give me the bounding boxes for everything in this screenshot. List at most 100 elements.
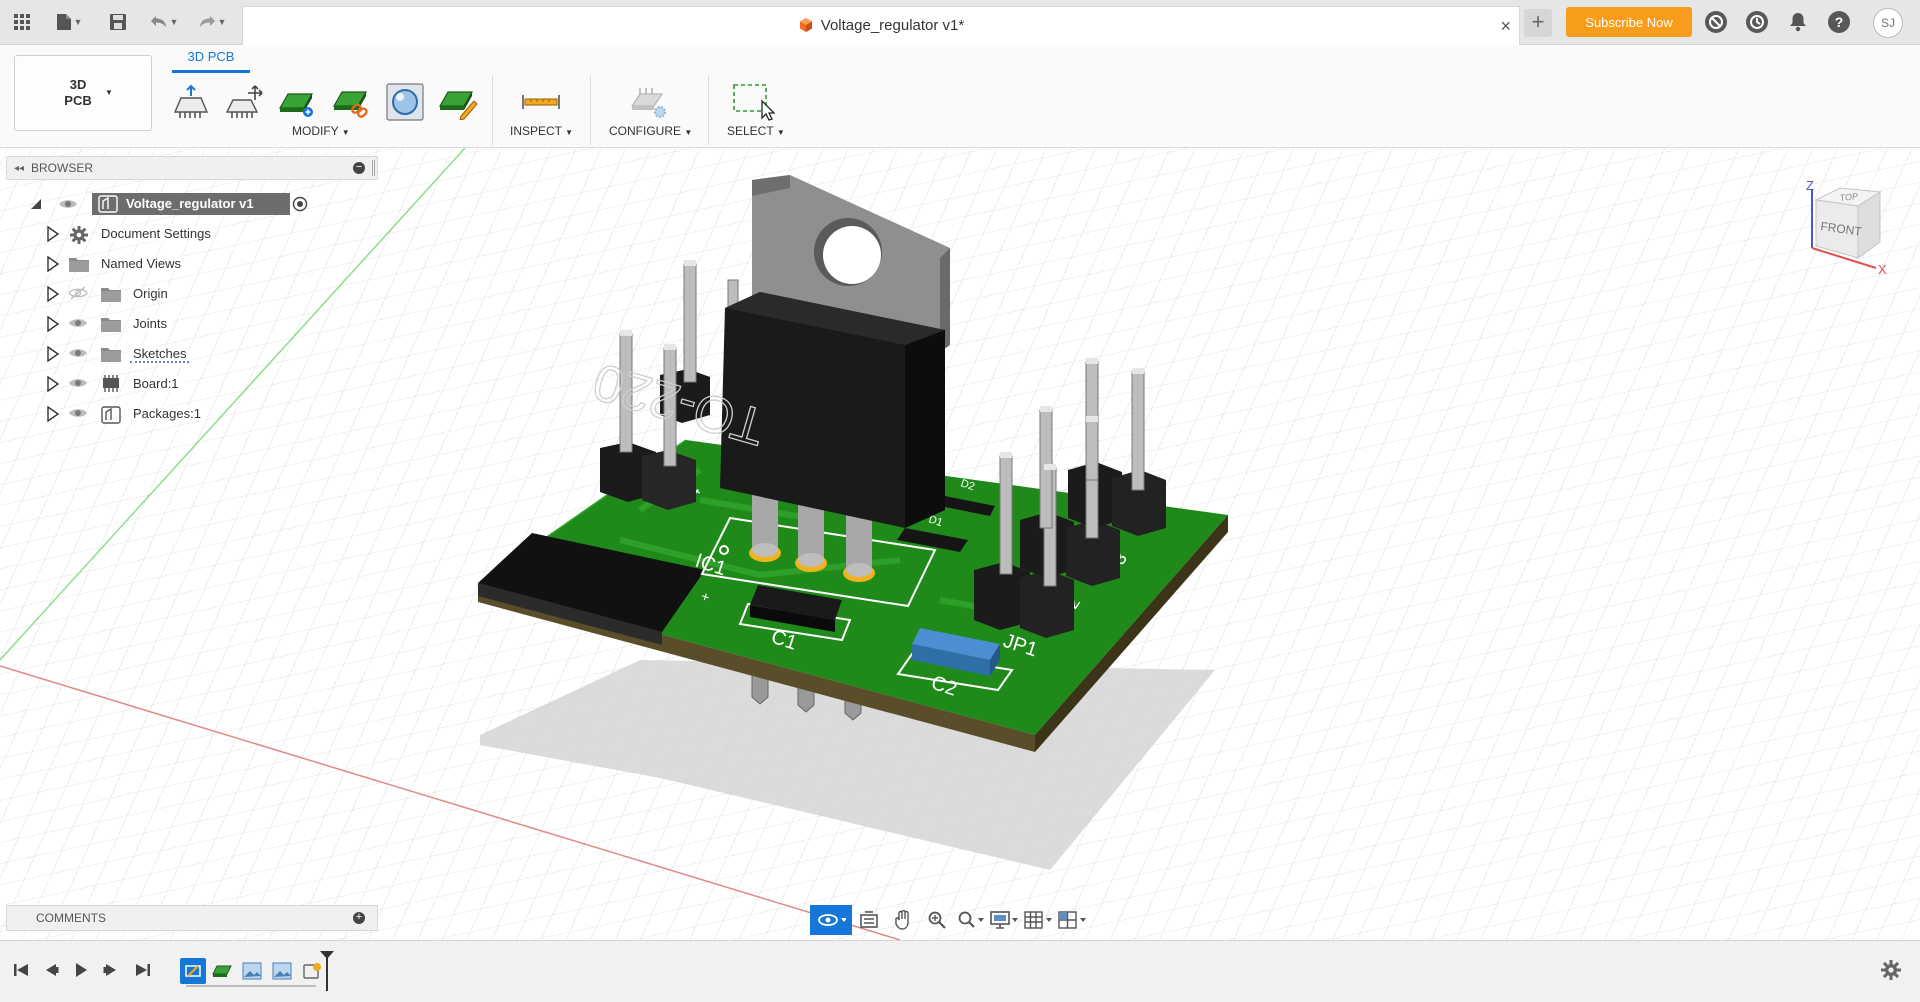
eye-icon[interactable] [68,346,88,363]
expand-triangle-icon[interactable] [46,375,60,395]
app-grid-icon[interactable] [8,8,36,36]
undo-icon[interactable]: ▼ [146,8,182,36]
timeline-settings-gear-icon[interactable] [1880,959,1902,986]
comments-panel[interactable]: COMMENTS + [6,905,378,931]
collapse-panel-icon[interactable]: ◂◂ [7,163,31,174]
timeline-decal-feature-icon[interactable] [240,960,264,982]
browser-header[interactable]: ◂◂ BROWSER − [6,156,378,180]
eye-icon[interactable] [68,406,88,423]
root-component-label: Voltage_regulator v1 [126,196,254,211]
minimize-icon[interactable]: − [353,162,365,174]
select-group-menu[interactable]: SELECT ▼ [727,124,785,138]
eye-icon[interactable] [68,376,88,393]
folder-icon [100,285,122,306]
timeline-sketch-feature-icon[interactable] [180,958,206,984]
configure-group-label: CONFIGURE [609,124,681,138]
modify-group-menu[interactable]: MODIFY ▼ [292,124,350,138]
component-icon [100,405,122,428]
help-icon[interactable]: ? [1828,11,1850,33]
fit-zoom-icon[interactable] [954,905,988,935]
link-board-icon[interactable] [328,79,374,125]
notifications-bell-icon[interactable] [1787,8,1809,36]
folder-icon [68,255,90,276]
activate-component-icon[interactable] [292,196,308,212]
component-icon [98,195,118,213]
subscribe-button[interactable]: Subscribe Now [1566,7,1692,37]
push-pull-pcb-icon[interactable] [168,79,214,125]
eye-icon[interactable] [58,197,78,211]
save-icon[interactable] [104,8,132,36]
user-avatar[interactable]: SJ [1873,8,1903,38]
step-back-icon[interactable] [40,958,62,982]
timeline-decal2-feature-icon[interactable] [270,960,294,982]
browser-item-label: Named Views [98,256,184,271]
expanded-triangle-icon[interactable] [30,198,42,210]
expand-triangle-icon[interactable] [46,315,60,335]
expand-triangle-icon[interactable] [46,225,60,245]
move-package-icon[interactable] [220,79,266,125]
ribbon-separator [590,75,591,145]
expand-triangle-icon[interactable] [46,345,60,365]
display-settings-icon[interactable] [988,905,1022,935]
browser-item-board-1[interactable]: Board:1 [46,372,346,396]
browser-item-joints[interactable]: Joints [46,312,346,336]
appearance-icon[interactable] [382,79,428,125]
pan-hand-icon[interactable] [886,905,920,935]
browser-panel: ◂◂ BROWSER − Voltage_regulator v1 Docume… [6,156,378,436]
panel-grip-icon[interactable] [372,160,375,176]
browser-item-label: Sketches [130,346,190,363]
close-tab-icon[interactable]: × [1500,16,1511,37]
browser-item-label: Board:1 [130,376,182,391]
view-cube[interactable]: Z X TOP FRONT [1800,170,1900,280]
new-tab-button[interactable]: + [1524,9,1552,37]
browser-item-named-views[interactable]: Named Views [46,252,346,276]
orbit-button[interactable] [810,905,852,935]
expand-triangle-icon[interactable] [46,255,60,275]
add-comment-icon[interactable]: + [353,912,365,924]
edit-board-icon[interactable] [434,79,480,125]
z-axis-label: Z [1806,178,1814,193]
browser-item-label: Document Settings [98,226,214,241]
board-from-sketch-icon[interactable] [274,79,320,125]
toolbar-ribbon: 3D PCB ▼ 3D PCB MODIFY ▼ INSPECT ▼ CONFI… [0,45,1920,148]
chevron-down-icon: ▼ [105,88,113,97]
timeline-marker-handle-icon[interactable] [320,951,334,959]
look-at-icon[interactable] [852,905,886,935]
caret-down-icon: ▼ [341,128,350,137]
eye-icon[interactable] [68,316,88,333]
select-window-icon[interactable] [730,79,776,125]
browser-item-document-settings[interactable]: Document Settings [46,222,346,246]
browser-item-origin[interactable]: Origin [46,282,346,306]
browser-item-packages-1[interactable]: Packages:1 [46,402,346,426]
cube-top-label: TOP [1839,191,1858,203]
browser-root-row[interactable]: Voltage_regulator v1 [30,192,320,216]
go-to-start-icon[interactable] [10,958,32,982]
tab-3d-pcb[interactable]: 3D PCB [172,47,250,73]
eye-hidden-icon[interactable] [68,286,88,303]
viewports-icon[interactable] [1056,905,1090,935]
expand-triangle-icon[interactable] [46,405,60,425]
extensions-icon[interactable] [1705,11,1727,33]
expand-triangle-icon[interactable] [46,285,60,305]
folder-icon [100,315,122,336]
go-to-end-icon[interactable] [132,958,154,982]
document-tab[interactable]: Voltage_regulator v1* × [242,6,1520,45]
timeline-board-feature-icon[interactable] [210,960,234,982]
browser-item-sketches[interactable]: Sketches [46,342,346,366]
configure-settings-icon[interactable] [626,79,672,125]
modify-group-label: MODIFY [292,124,339,138]
timeline-package-feature-icon[interactable] [300,960,324,982]
play-icon[interactable] [70,958,92,982]
configure-group-menu[interactable]: CONFIGURE ▼ [609,124,692,138]
zoom-icon[interactable] [920,905,954,935]
workspace-switcher-button[interactable]: 3D PCB ▼ [14,55,152,131]
job-status-icon[interactable] [1746,11,1768,33]
design-cube-icon [799,18,812,32]
measure-icon[interactable] [518,79,564,125]
workspace-label: 3D PCB [64,77,92,108]
file-menu-icon[interactable]: ▼ [50,8,88,36]
grid-settings-icon[interactable] [1022,905,1056,935]
step-forward-icon[interactable] [100,958,122,982]
inspect-group-menu[interactable]: INSPECT ▼ [510,124,573,138]
redo-icon[interactable]: ▼ [194,8,230,36]
